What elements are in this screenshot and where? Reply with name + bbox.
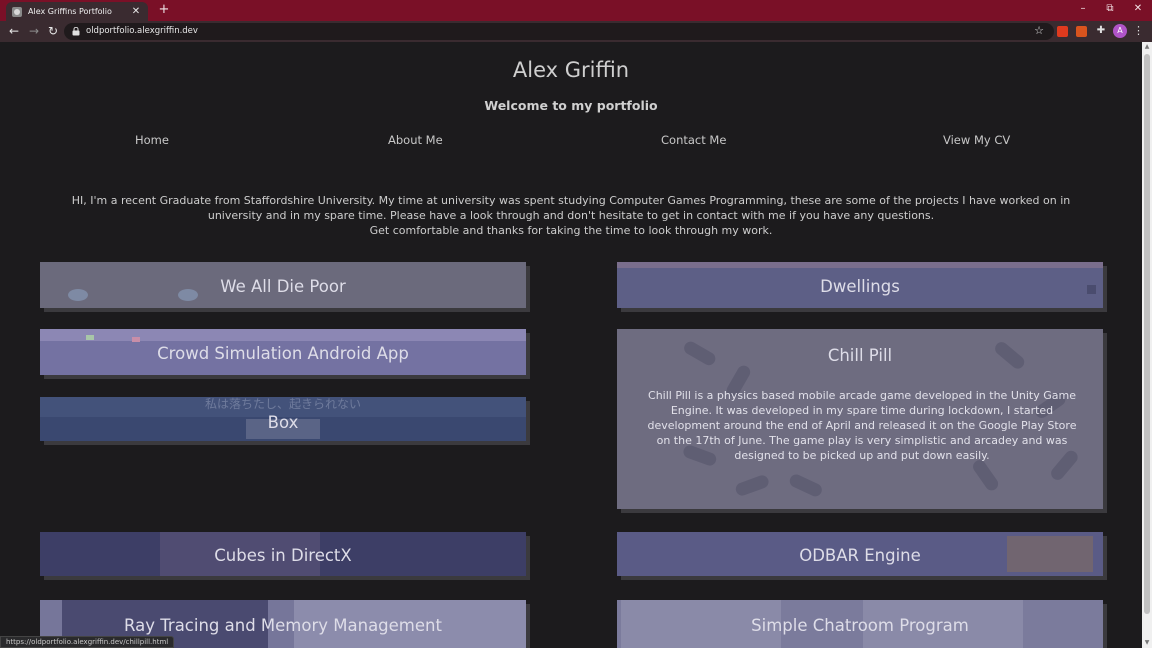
page-viewport: Alex Griffin Welcome to my portfolio Hom… <box>0 42 1142 648</box>
reload-button[interactable]: ↻ <box>45 23 61 39</box>
project-card-dwellings[interactable]: Dwellings <box>617 262 1103 308</box>
lock-icon[interactable] <box>72 27 80 36</box>
project-description: Chill Pill is a physics based mobile arc… <box>647 389 1077 462</box>
project-card-odbar-engine[interactable]: ODBAR Engine <box>617 532 1103 576</box>
project-title: Ray Tracing and Memory Management <box>124 616 442 635</box>
project-card-we-all-die-poor[interactable]: We All Die Poor <box>40 262 526 308</box>
back-button[interactable]: ← <box>6 23 22 39</box>
card-decoration <box>40 329 526 341</box>
minimize-button[interactable]: – <box>1075 1 1091 17</box>
project-title: ODBAR Engine <box>799 546 921 565</box>
scroll-up-arrow-icon[interactable]: ▲ <box>1142 42 1152 52</box>
address-bar[interactable]: oldportfolio.alexgriffin.dev <box>64 23 1054 40</box>
extensions-puzzle-icon[interactable]: ✚ <box>1095 24 1107 38</box>
scroll-down-arrow-icon[interactable]: ▼ <box>1142 638 1152 648</box>
profile-avatar[interactable]: A <box>1113 24 1127 38</box>
site-favicon-icon <box>12 6 22 17</box>
page-title: Alex Griffin <box>512 58 630 82</box>
nav-contact-link[interactable]: Contact Me <box>661 133 726 147</box>
card-decoration <box>86 335 94 340</box>
project-card-box[interactable]: 私は落ちたし、起きられない Box <box>40 397 526 441</box>
project-title: Box <box>267 413 299 432</box>
project-card-simple-chatroom[interactable]: Simple Chatroom Program <box>617 600 1103 648</box>
project-title: Dwellings <box>820 277 900 296</box>
intro-closing: Get comfortable and thanks for taking th… <box>369 224 773 237</box>
forward-button[interactable]: → <box>26 23 42 39</box>
project-card-crowd-simulation[interactable]: Crowd Simulation Android App <box>40 329 526 375</box>
intro-text: HI, I'm a recent Graduate from Staffords… <box>70 193 1072 238</box>
close-window-button[interactable]: ✕ <box>1130 1 1146 17</box>
address-url[interactable]: oldportfolio.alexgriffin.dev <box>86 25 198 38</box>
scroll-thumb[interactable] <box>1144 54 1150 614</box>
card-decoration <box>617 262 1103 268</box>
tab-title: Alex Griffins Portfolio <box>28 7 112 16</box>
project-card-chill-pill[interactable]: Chill Pill Chill Pill is a physics based… <box>617 329 1103 509</box>
card-decoration <box>132 337 140 342</box>
project-title: Chill Pill <box>827 346 893 365</box>
project-title: Crowd Simulation Android App <box>157 344 409 363</box>
nav-about-link[interactable]: About Me <box>388 133 443 147</box>
nav-cv-link[interactable]: View My CV <box>943 133 1010 147</box>
project-card-cubes-directx[interactable]: Cubes in DirectX <box>40 532 526 576</box>
box-overlay-text: 私は落ちたし、起きられない <box>204 397 361 411</box>
bookmark-star-icon[interactable]: ☆ <box>1032 23 1046 39</box>
browser-tab[interactable]: Alex Griffins Portfolio ✕ <box>6 2 148 21</box>
nav-home-link[interactable]: Home <box>135 133 169 147</box>
intro-paragraph: HI, I'm a recent Graduate from Staffords… <box>71 194 1071 222</box>
page-scrollbar[interactable]: ▲ ▼ <box>1142 42 1152 648</box>
tab-close-icon[interactable]: ✕ <box>130 6 142 18</box>
project-title: Simple Chatroom Program <box>751 616 969 635</box>
browser-menu-icon[interactable]: ⋮ <box>1133 23 1144 39</box>
browser-tab-strip: Alex Griffins Portfolio ✕ + – ⧉ ✕ <box>0 0 1152 21</box>
new-tab-button[interactable]: + <box>156 2 172 18</box>
project-title: We All Die Poor <box>220 277 346 296</box>
link-status-bar: https://oldportfolio.alexgriffin.dev/chi… <box>0 636 175 648</box>
extension-icon[interactable] <box>1076 26 1087 37</box>
browser-toolbar: ← → ↻ oldportfolio.alexgriffin.dev ☆ ✚ A… <box>0 21 1152 42</box>
project-title: Cubes in DirectX <box>214 546 352 565</box>
restore-button[interactable]: ⧉ <box>1102 1 1118 17</box>
page-subtitle: Welcome to my portfolio <box>484 98 658 113</box>
extension-icon[interactable] <box>1057 26 1068 37</box>
